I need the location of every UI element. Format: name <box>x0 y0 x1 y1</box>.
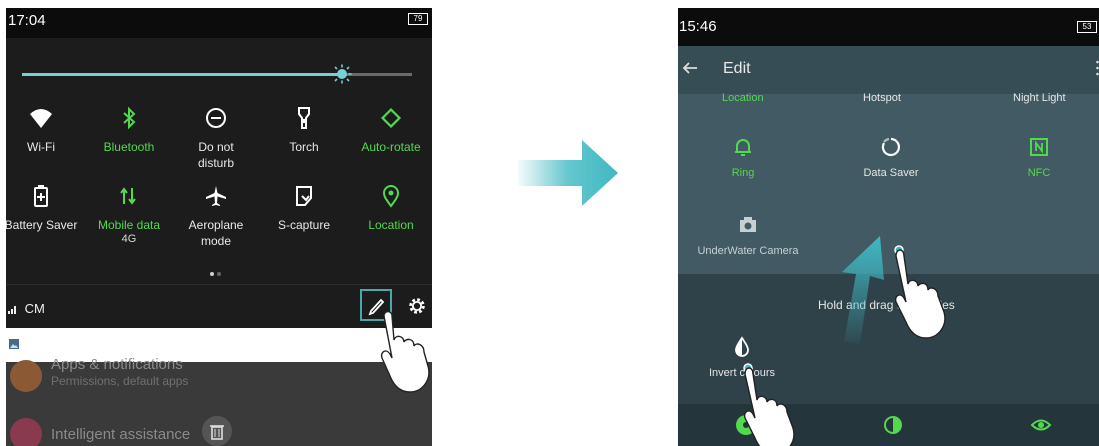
edit-tiles-screen: 15:46 53 Edit Location Hotspot Night Lig… <box>678 8 1099 446</box>
tile-ring[interactable]: Ring <box>688 136 798 179</box>
tile-label-location: Location <box>722 92 764 104</box>
invert-colours-icon <box>735 336 749 357</box>
tap-hand-icon <box>380 310 430 393</box>
tile-location[interactable]: Location <box>350 184 432 233</box>
tile-nfc[interactable]: NFC <box>984 136 1094 179</box>
settings-row-apps[interactable]: Apps & notifications Permissions, defaul… <box>6 356 432 396</box>
quick-settings-footer: CM <box>6 284 432 328</box>
tile-mobile-data[interactable]: Mobile data 4G <box>88 184 170 245</box>
nfc-icon <box>1030 138 1048 156</box>
tile-label: Ring <box>731 167 755 179</box>
tile-label: S-capture <box>277 218 331 232</box>
tile-label: Torch <box>289 140 319 154</box>
battery-icon: 53 <box>1077 21 1097 33</box>
tile-auto-rotate[interactable]: Auto-rotate <box>350 106 432 155</box>
tile-label-night-light: Night Light <box>1013 92 1066 104</box>
transition-arrow-icon <box>518 140 618 206</box>
trash-icon <box>202 416 232 446</box>
back-arrow-icon[interactable] <box>682 60 698 76</box>
settings-background: Apps & notifications Permissions, defaul… <box>6 356 432 446</box>
status-time: 15:46 <box>679 18 717 35</box>
eye-comfort-icon <box>1030 419 1052 431</box>
signal-icon <box>8 306 16 314</box>
bell-icon <box>735 139 751 156</box>
tile-aeroplane-mode[interactable]: Aeroplane mode <box>175 184 257 249</box>
brightness-slider[interactable] <box>22 64 412 84</box>
tile-label: Data Saver <box>863 167 919 179</box>
quick-settings-screen: 17:04 79 Wi-Fi Bluetooth Do not disturb … <box>6 8 432 446</box>
tile-torch[interactable]: Torch <box>263 106 345 155</box>
torch-icon <box>298 107 310 129</box>
tile-label: Mobile data <box>97 218 161 232</box>
carrier-info: CM <box>8 301 45 316</box>
tile-label: Aeroplane mode <box>188 218 244 248</box>
status-time: 17:04 <box>8 12 46 29</box>
auto-rotate-icon <box>380 107 402 129</box>
tile-do-not-disturb[interactable]: Do not disturb <box>175 106 257 171</box>
tile-wifi[interactable]: Wi-Fi <box>6 106 82 155</box>
tile-label: UnderWater Camera <box>697 245 799 257</box>
edit-toolbar: Edit <box>678 46 1099 94</box>
hold-hand-icon <box>743 363 795 446</box>
data-saver-icon <box>881 137 900 157</box>
tile-label: Wi-Fi <box>27 140 55 154</box>
assistant-icon <box>10 418 42 446</box>
status-bar: 17:04 79 <box>6 8 432 38</box>
settings-row-title: Apps & notifications <box>51 356 183 373</box>
tile-sublabel: 4G <box>121 233 137 245</box>
brightness-knob-icon[interactable] <box>332 64 352 84</box>
battery-icon: 79 <box>408 13 428 25</box>
mobile-data-icon <box>120 187 136 205</box>
image-icon <box>9 339 19 349</box>
tile-label: Do not disturb <box>197 140 235 170</box>
settings-row-title: Intelligent assistance <box>51 426 191 443</box>
location-icon <box>382 185 400 208</box>
settings-row-subtitle: Permissions, default apps <box>51 374 189 388</box>
tile-underwater-camera[interactable]: UnderWater Camera <box>684 214 812 257</box>
tile-s-capture[interactable]: S-capture <box>263 184 345 233</box>
status-bar: 15:46 53 <box>678 8 1099 46</box>
screenshot-icon <box>296 186 312 206</box>
apps-icon <box>10 360 42 392</box>
wifi-icon <box>30 109 52 128</box>
tile-data-saver[interactable]: Data Saver <box>836 136 946 179</box>
carrier-name: CM <box>24 301 45 316</box>
camera-icon <box>740 217 756 232</box>
battery-saver-icon <box>34 185 48 207</box>
brightness-fill <box>22 73 342 76</box>
drag-hand-icon <box>894 245 946 339</box>
tile-label: Auto-rotate <box>361 140 421 154</box>
contrast-icon <box>884 416 902 434</box>
tile-label: Location <box>368 218 414 232</box>
page-title: Edit <box>723 60 751 77</box>
tile-battery-saver[interactable]: Battery Saver <box>6 184 82 233</box>
tile-label: Battery Saver <box>6 218 78 232</box>
bluetooth-icon <box>123 106 136 130</box>
tile-label-hotspot: Hotspot <box>863 92 901 104</box>
drag-direction-arrow-icon <box>842 236 884 344</box>
aeroplane-icon <box>206 186 226 206</box>
tile-label: Bluetooth <box>103 140 155 154</box>
tile-bluetooth[interactable]: Bluetooth <box>88 106 170 155</box>
page-indicator <box>210 263 224 281</box>
tile-label: NFC <box>1027 167 1051 179</box>
do-not-disturb-icon <box>206 108 226 128</box>
